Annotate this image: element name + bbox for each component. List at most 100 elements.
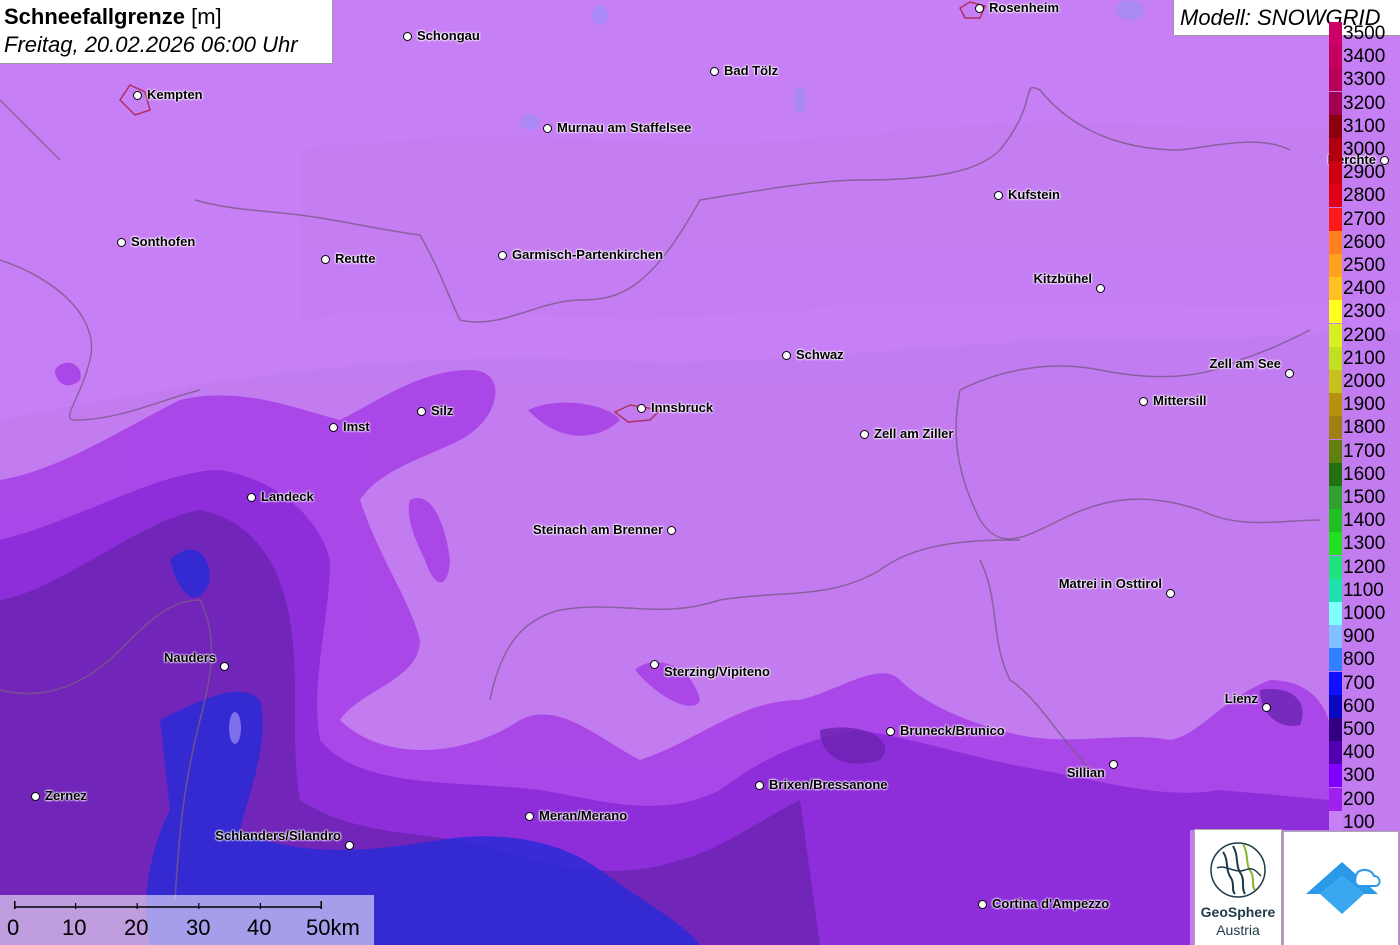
legend-label: 2500 [1343, 255, 1386, 276]
city-dot-icon [637, 404, 646, 413]
city-label: Schongau [417, 28, 480, 43]
geosphere-name: GeoSphere [1200, 904, 1276, 920]
geosphere-logo[interactable]: GeoSphere Austria [1194, 829, 1282, 945]
city-dot-icon [1109, 760, 1118, 769]
city-label: Nauders [163, 650, 216, 665]
app-logo[interactable] [1283, 831, 1399, 945]
geosphere-emblem-icon [1210, 842, 1266, 898]
legend-item: 300 [1329, 764, 1400, 787]
legend-swatch [1329, 22, 1342, 45]
app-logo-icon [1306, 862, 1381, 914]
legend-label: 2800 [1343, 185, 1386, 206]
legend-swatch [1329, 463, 1342, 486]
map-datetime: Freitag, 20.02.2026 06:00 Uhr [4, 32, 298, 57]
legend-item: 1300 [1329, 532, 1400, 555]
city-dot-icon [710, 67, 719, 76]
legend-label: 2900 [1343, 162, 1386, 183]
legend-item: 900 [1329, 625, 1400, 648]
legend-label: 600 [1343, 696, 1375, 717]
city-label: Kempten [147, 87, 203, 102]
legend-swatch [1329, 45, 1342, 68]
legend-label: 1500 [1343, 487, 1386, 508]
legend-item: 2200 [1329, 324, 1400, 347]
city-label: Meran/Merano [539, 808, 628, 823]
city-label: Sillian [1066, 765, 1105, 780]
city-dot-icon [345, 841, 354, 850]
legend-swatch [1329, 602, 1342, 625]
legend-label: 1300 [1343, 533, 1386, 554]
legend-swatch [1329, 370, 1342, 393]
city-dot-icon [1262, 703, 1271, 712]
legend-swatch [1329, 625, 1342, 648]
scale-tick-50km: 50km [306, 915, 360, 940]
legend-item: 3000 [1329, 138, 1400, 161]
city-dot-icon [886, 727, 895, 736]
scale-bar: 0 10 20 30 40 50km [0, 895, 374, 945]
color-legend: 3500 3400 3300 3200 3100 3000 2900 2800 2700 2600… [1329, 22, 1400, 834]
snowfall-map[interactable]: Schneefallgrenze [m] Freitag, 20.02.2026… [0, 0, 1400, 945]
legend-item: 2100 [1329, 347, 1400, 370]
city-label: Brixen/Bressanone [769, 777, 888, 792]
city-label: Sterzing/Vipiteno [664, 664, 770, 679]
legend-swatch [1329, 416, 1342, 439]
legend-label: 500 [1343, 719, 1375, 740]
legend-item: 2000 [1329, 370, 1400, 393]
legend-item: 400 [1329, 741, 1400, 764]
legend-label: 1600 [1343, 464, 1386, 485]
legend-item: 600 [1329, 695, 1400, 718]
city-label: Schlanders/Silandro [215, 828, 341, 843]
city-dot-icon [321, 255, 330, 264]
legend-swatch [1329, 741, 1342, 764]
city-dot-icon [755, 781, 764, 790]
city-label: Sonthofen [131, 234, 196, 249]
legend-item: 3400 [1329, 45, 1400, 68]
legend-label: 3400 [1343, 46, 1386, 67]
legend-swatch [1329, 440, 1342, 463]
city-dot-icon [31, 792, 40, 801]
city-label: Zell am See [1209, 356, 1281, 371]
legend-label: 900 [1343, 626, 1375, 647]
legend-label: 1000 [1343, 603, 1386, 624]
legend-label: 3200 [1343, 93, 1386, 114]
legend-label: 2700 [1343, 209, 1386, 230]
city-dot-icon [133, 91, 142, 100]
city-label: Kitzbühel [1033, 271, 1093, 286]
legend-swatch [1329, 695, 1342, 718]
legend-label: 1400 [1343, 510, 1386, 531]
legend-swatch [1329, 347, 1342, 370]
city-label: Imst [343, 419, 370, 434]
legend-swatch [1329, 161, 1342, 184]
legend-label: 2100 [1343, 348, 1386, 369]
legend-label: 3300 [1343, 69, 1386, 90]
legend-swatch [1329, 672, 1342, 695]
legend-label: 1200 [1343, 557, 1386, 578]
legend-item: 700 [1329, 672, 1400, 695]
legend-item: 1700 [1329, 440, 1400, 463]
legend-label: 2200 [1343, 325, 1386, 346]
legend-swatch [1329, 231, 1342, 254]
legend-label: 2000 [1343, 371, 1386, 392]
city-dot-icon [117, 238, 126, 247]
legend-item: 1500 [1329, 486, 1400, 509]
legend-item: 2500 [1329, 254, 1400, 277]
legend-label: 3500 [1343, 23, 1386, 44]
city-dot-icon [667, 526, 676, 535]
city-dot-icon [975, 4, 984, 13]
city-label: Landeck [261, 489, 314, 504]
legend-swatch [1329, 532, 1342, 555]
city-dot-icon [1139, 397, 1148, 406]
legend-item: 200 [1329, 788, 1400, 811]
map-canvas[interactable] [0, 0, 1400, 945]
legend-label: 300 [1343, 765, 1375, 786]
legend-item: 2900 [1329, 161, 1400, 184]
legend-swatch [1329, 208, 1342, 231]
city-dot-icon [782, 351, 791, 360]
legend-swatch [1329, 718, 1342, 741]
legend-swatch [1329, 393, 1342, 416]
scale-tick-0: 0 [7, 915, 20, 940]
city-dot-icon [650, 660, 659, 669]
legend-label: 700 [1343, 673, 1375, 694]
city-dot-icon [994, 191, 1003, 200]
legend-label: 800 [1343, 649, 1375, 670]
city-dot-icon [1166, 589, 1175, 598]
